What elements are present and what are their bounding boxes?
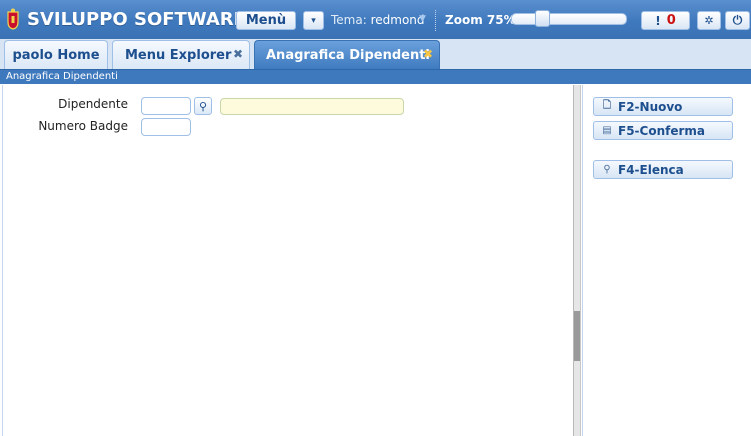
dipendente-description-field: [220, 98, 404, 115]
tab-home[interactable]: paolo Home: [4, 40, 108, 69]
list-button[interactable]: ⚲ F4-Elenca: [593, 160, 733, 179]
theme-selector[interactable]: Tema: redmond: [331, 13, 425, 27]
panel-title: Anagrafica Dipendenti: [6, 71, 118, 82]
alerts-count: 0: [666, 13, 676, 28]
tab-label: Menu Explorer: [125, 47, 232, 63]
new-doc-icon: 🗋: [602, 100, 612, 111]
gear-icon: ✲: [704, 14, 714, 27]
tab-menu-explorer[interactable]: Menu Explorer ✖: [112, 40, 250, 69]
form-area: Dipendente ⚲ Numero Badge: [2, 85, 574, 436]
menu-button[interactable]: Menù: [236, 11, 296, 30]
theme-value: redmond: [370, 13, 425, 27]
theme-label: Tema:: [331, 13, 367, 27]
top-header-bar: SVILUPPO SOFTWARE Menù ▾ Tema: redmond ▼…: [0, 0, 751, 39]
tab-anagrafica-dipendenti[interactable]: Anagrafica Dipendenti ✖: [254, 40, 440, 69]
alert-icon: !: [655, 13, 661, 28]
tab-label: paolo Home: [12, 47, 100, 63]
dipendente-label: Dipendente: [58, 97, 128, 111]
alerts-button[interactable]: ! 0: [641, 11, 690, 30]
new-button-label: F2-Nuovo: [618, 99, 683, 114]
tab-label: Anagrafica Dipendenti: [266, 47, 430, 63]
badge-label: Numero Badge: [38, 119, 128, 133]
close-icon[interactable]: ✖: [423, 47, 433, 61]
settings-button[interactable]: ✲: [697, 11, 721, 30]
dipendente-lookup-button[interactable]: ⚲: [194, 97, 212, 115]
new-button[interactable]: 🗋 F2-Nuovo: [593, 97, 733, 116]
divider: [435, 10, 437, 31]
zoom-slider[interactable]: [511, 13, 627, 25]
search-icon: ⚲: [198, 99, 208, 113]
zoom-label: Zoom 75%: [445, 13, 516, 27]
confirm-button[interactable]: ▤ F5-Conferma: [593, 121, 733, 140]
badge-input[interactable]: [141, 118, 191, 136]
chevron-down-icon: ▾: [311, 15, 316, 26]
search-icon: ⚲: [603, 164, 611, 175]
dipendente-input[interactable]: [141, 97, 191, 115]
confirm-button-label: F5-Conferma: [618, 123, 705, 138]
tab-strip: paolo Home Menu Explorer ✖ Anagrafica Di…: [0, 39, 751, 69]
app-title: SVILUPPO SOFTWARE: [27, 9, 246, 30]
actions-panel: 🗋 F2-Nuovo ▤ F5-Conferma ⚲ F4-Elenca: [582, 85, 751, 436]
menu-dropdown-button[interactable]: ▾: [303, 11, 324, 30]
power-icon: ⏻: [732, 13, 743, 27]
save-icon: ▤: [602, 125, 612, 136]
panel-title-bar: Anagrafica Dipendenti: [0, 69, 751, 84]
chevron-down-icon[interactable]: ▼: [419, 14, 426, 24]
close-icon[interactable]: ✖: [233, 47, 243, 61]
scrollbar[interactable]: [573, 85, 581, 436]
scrollbar-thumb[interactable]: [574, 311, 580, 361]
list-button-label: F4-Elenca: [618, 162, 684, 177]
logout-button[interactable]: ⏻: [725, 11, 750, 30]
zoom-slider-handle[interactable]: [535, 10, 550, 27]
logo-icon: [7, 8, 19, 30]
